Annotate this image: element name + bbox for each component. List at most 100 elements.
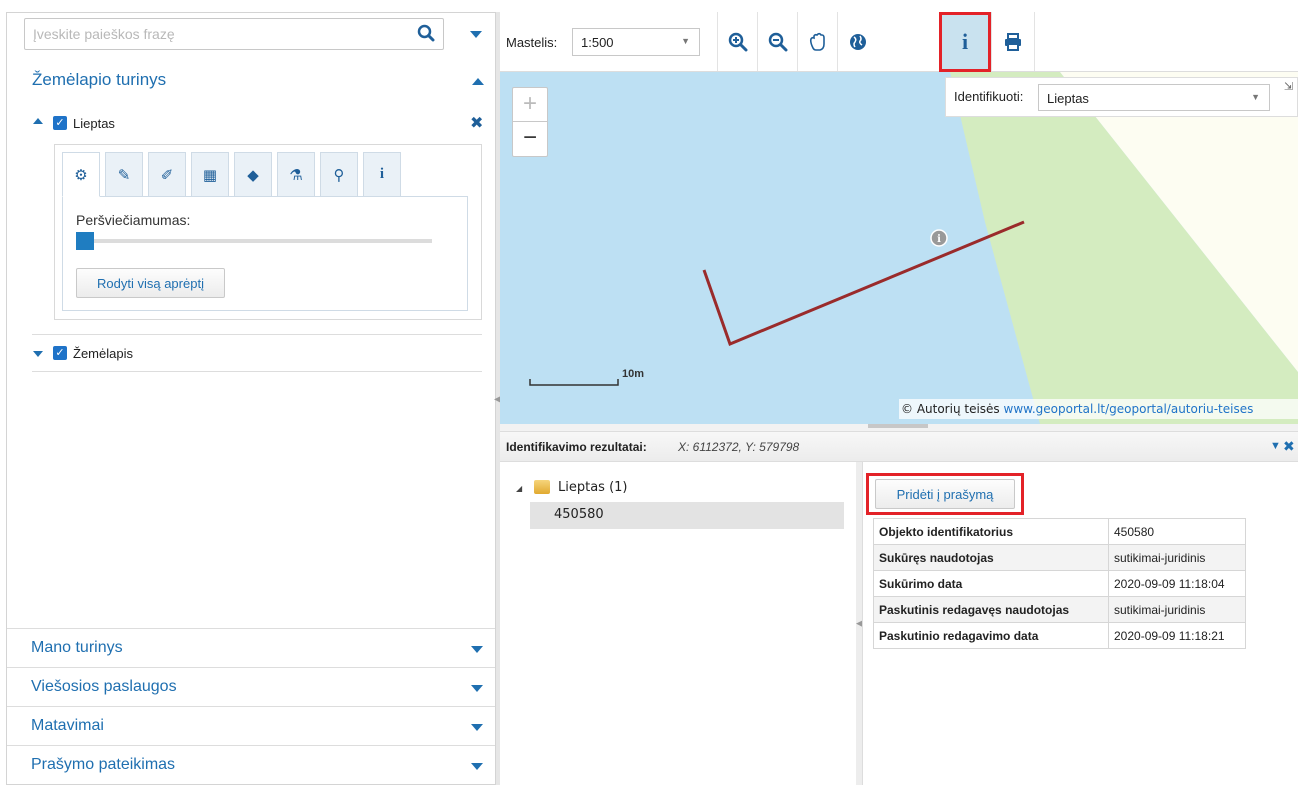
zoom-in-icon	[728, 32, 747, 51]
tab-table[interactable]: ▦	[191, 152, 229, 197]
copyright-link[interactable]: www.geoportal.lt/geoportal/autoriu-teise…	[1004, 402, 1254, 416]
search-input[interactable]	[25, 19, 405, 49]
attribute-value: 450580	[1108, 518, 1246, 545]
pan-button[interactable]	[797, 12, 837, 71]
tab-settings[interactable]: ⚙	[62, 152, 100, 197]
tree-layer-label[interactable]: Lieptas (1)	[558, 480, 628, 495]
map-content-title[interactable]: Žemėlapio turinys	[32, 70, 166, 90]
attribute-key: Sukūrimo data	[873, 570, 1109, 597]
attributes-table: Objekto identifikatorius 450580 Sukūręs n…	[873, 518, 1246, 649]
map-zoom-out-button[interactable]: −	[513, 122, 547, 156]
section-label: Mano turinys	[31, 639, 123, 656]
section-prasymo-pateikimas[interactable]: Prašymo pateikimas	[7, 745, 495, 784]
transparency-slider-handle[interactable]	[76, 232, 94, 250]
results-tree: ◢ Lieptas (1) 450580	[500, 462, 856, 785]
scale-bar-label: 10m	[622, 368, 645, 380]
search-icon: ⚲	[333, 166, 345, 184]
attribute-value: sutikimai-juridinis	[1108, 596, 1246, 623]
table-icon: ▦	[202, 166, 218, 184]
section-label: Matavimai	[31, 717, 104, 734]
splitter-handle[interactable]	[868, 424, 928, 428]
layer-expand-icon[interactable]	[33, 118, 43, 124]
collapse-map-content-icon[interactable]	[472, 78, 484, 85]
globe-icon	[849, 33, 866, 50]
tag-icon: ◆	[247, 166, 259, 184]
identify-layer-value: Lieptas	[1047, 91, 1089, 106]
identify-button[interactable]: i	[939, 12, 991, 72]
divider	[32, 334, 482, 335]
map-results-splitter[interactable]	[500, 424, 1298, 431]
transparency-slider-track[interactable]	[76, 239, 432, 243]
tab-filter[interactable]: ⚗	[277, 152, 315, 197]
layer-tabs: ⚙ ✎ ✐ ▦ ◆ ⚗ ⚲ i	[62, 152, 410, 197]
zoom-out-icon	[768, 32, 787, 51]
print-button[interactable]	[991, 12, 1035, 71]
table-row: Paskutinio redagavimo data 2020-09-09 11:…	[873, 622, 1246, 649]
results-header: Identifikavimo rezultatai: X: 6112372, Y…	[500, 431, 1298, 462]
attribute-key: Paskutinis redagavęs naudotojas	[873, 596, 1109, 623]
table-row: Sukūręs naudotojas sutikimai-juridinis	[873, 544, 1246, 571]
basemap-button[interactable]	[837, 12, 877, 71]
show-full-extent-button[interactable]: Rodyti visą aprėptį	[76, 268, 225, 298]
scale-select[interactable]: 1:500 ▼	[572, 28, 700, 56]
map-zoom-in-button[interactable]: +	[513, 88, 547, 122]
info-icon: i	[379, 166, 385, 182]
pan-hand-icon	[809, 32, 825, 51]
settings-icon: ⚙	[74, 166, 88, 184]
tab-search[interactable]: ⚲	[320, 152, 358, 197]
chevron-down-icon	[471, 646, 483, 653]
copyright-text: © Autorių teisės	[901, 402, 1000, 416]
remove-layer-icon[interactable]: ✖	[470, 113, 483, 133]
layer-name-lieptas: Lieptas	[73, 116, 115, 131]
tab-labels[interactable]: ◆	[234, 152, 272, 197]
tree-item-selected[interactable]: 450580	[530, 502, 844, 529]
pencil-icon: ✎	[117, 166, 131, 184]
table-row: Objekto identifikatorius 450580	[873, 518, 1246, 545]
tree-expand-icon[interactable]: ◢	[516, 484, 522, 493]
section-matavimai[interactable]: Matavimai	[7, 706, 495, 745]
layer-checkbox-lieptas[interactable]: ✓	[53, 116, 67, 130]
add-to-request-button[interactable]: Pridėti į prašymą	[866, 473, 1024, 515]
divider	[32, 371, 482, 372]
attribute-value: sutikimai-juridinis	[1108, 544, 1246, 571]
identify-panel: Identifikuoti: Lieptas ▼ ⇲	[945, 77, 1298, 117]
svg-text:i: i	[937, 234, 941, 245]
search-icon[interactable]	[417, 24, 435, 45]
tree-item-label: 450580	[554, 507, 604, 522]
transparency-label: Peršviečiamumas:	[76, 212, 191, 228]
close-icon[interactable]: ✖	[1283, 438, 1295, 455]
attribute-key: Objekto identifikatorius	[873, 518, 1109, 545]
print-icon	[1005, 32, 1021, 51]
chevron-down-icon	[471, 685, 483, 692]
map-canvas[interactable]: i + − Identifikuoti: Lieptas ▼ ⇲ 10m © A…	[500, 72, 1298, 424]
tab-style[interactable]: ✐	[148, 152, 186, 197]
scale-label: Mastelis:	[506, 35, 558, 50]
tab-info[interactable]: i	[363, 152, 401, 197]
section-viesosios-paslaugos[interactable]: Viešosios paslaugos	[7, 667, 495, 706]
layer-expand-icon[interactable]	[33, 351, 43, 357]
search-options-caret-icon[interactable]	[470, 31, 482, 38]
eyedropper-icon: ✐	[160, 166, 174, 184]
chevron-down-icon	[471, 763, 483, 770]
chevron-down-icon: ▼	[1251, 92, 1260, 102]
table-row: Sukūrimo data 2020-09-09 11:18:04	[873, 570, 1246, 597]
collapse-panel-icon[interactable]: ⇲	[1284, 80, 1293, 93]
identify-layer-select[interactable]: Lieptas ▼	[1038, 84, 1270, 111]
zoom-in-button[interactable]	[717, 12, 757, 71]
layer-checkbox-zemelapis[interactable]: ✓	[53, 346, 67, 360]
chevron-down-icon	[471, 724, 483, 731]
attribute-value: 2020-09-09 11:18:21	[1108, 622, 1246, 649]
search-box	[24, 18, 444, 50]
copyright-notice: © Autorių teisės www.geoportal.lt/geopor…	[899, 399, 1298, 419]
attribute-value: 2020-09-09 11:18:04	[1108, 570, 1246, 597]
zoom-out-button[interactable]	[757, 12, 797, 71]
attribute-key: Paskutinio redagavimo data	[873, 622, 1109, 649]
chevron-down-icon: ▼	[681, 36, 690, 46]
identify-label: Identifikuoti:	[954, 89, 1024, 104]
add-to-request-button-inner[interactable]: Pridėti į prašymą	[875, 479, 1015, 509]
map-zoom-control: + −	[512, 87, 548, 157]
map-toolbar: Mastelis: 1:500 ▼ i	[500, 12, 1298, 72]
tab-edit[interactable]: ✎	[105, 152, 143, 197]
section-mano-turinys[interactable]: Mano turinys	[7, 628, 495, 667]
chevron-down-icon[interactable]: ▼	[1270, 440, 1281, 452]
